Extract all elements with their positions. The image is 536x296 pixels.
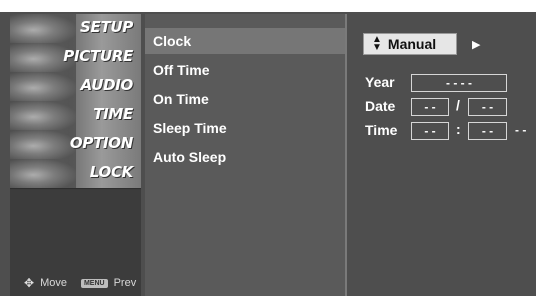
year-field[interactable]: - - - - — [411, 74, 507, 92]
year-label: Year — [365, 74, 395, 90]
submenu-item-sleep-time[interactable]: Sleep Time — [145, 115, 345, 141]
option-thumbnail — [10, 130, 76, 159]
menu-item-label: SETUP — [80, 18, 133, 36]
menu-item-label: TIME — [93, 105, 133, 123]
menu-item-label: OPTION — [69, 134, 133, 152]
main-menu: SETUP PICTURE AUDIO TIME OPTION LOCK ✥ M… — [10, 14, 141, 296]
submenu-item-on-time[interactable]: On Time — [145, 86, 345, 112]
time-separator: : — [456, 121, 461, 137]
audio-thumbnail — [10, 72, 76, 101]
ampm-field[interactable]: - - — [515, 123, 526, 137]
menu-item-time[interactable]: TIME — [10, 101, 141, 131]
clock-settings-panel: ▲ ▼ Manual ▶ Year - - - - Date - - / - - … — [347, 14, 536, 296]
menu-item-picture[interactable]: PICTURE — [10, 43, 141, 73]
move-hint: Move — [40, 277, 67, 289]
time-thumbnail — [10, 101, 76, 130]
updown-arrow-icon: ▲ ▼ — [372, 34, 382, 53]
dpad-move-icon: ✥ — [24, 276, 35, 290]
menu-key-icon: MENU — [80, 278, 108, 288]
menu-item-label: PICTURE — [63, 47, 133, 65]
nav-hint: ✥ Move MENU Prev — [24, 276, 136, 290]
minute-field[interactable]: - - — [468, 122, 507, 140]
right-arrow-icon[interactable]: ▶ — [472, 38, 480, 51]
lock-thumbnail — [10, 159, 76, 188]
submenu-item-off-time[interactable]: Off Time — [145, 57, 345, 83]
menu-item-label: AUDIO — [80, 76, 134, 94]
menu-item-label: LOCK — [89, 163, 134, 181]
tv-osd-screen: SETUP PICTURE AUDIO TIME OPTION LOCK ✥ M… — [0, 12, 536, 296]
menu-item-audio[interactable]: AUDIO — [10, 72, 141, 102]
setup-thumbnail — [10, 14, 76, 43]
prev-hint: Prev — [113, 277, 137, 289]
time-submenu: Clock Off Time On Time Sleep Time Auto S… — [145, 14, 345, 296]
month-field[interactable]: - - — [411, 98, 449, 116]
clock-mode-selector[interactable]: ▲ ▼ Manual — [363, 33, 457, 55]
menu-item-lock[interactable]: LOCK — [10, 159, 141, 189]
submenu-header — [145, 14, 345, 28]
submenu-item-clock[interactable]: Clock — [145, 28, 345, 54]
clock-mode-value: Manual — [387, 36, 437, 52]
day-field[interactable]: - - — [468, 98, 507, 116]
submenu-item-auto-sleep[interactable]: Auto Sleep — [145, 144, 345, 170]
date-label: Date — [365, 98, 396, 114]
menu-item-setup[interactable]: SETUP — [10, 14, 141, 44]
date-separator: / — [456, 97, 460, 113]
menu-item-option[interactable]: OPTION — [10, 130, 141, 160]
hour-field[interactable]: - - — [411, 122, 449, 140]
time-label: Time — [365, 122, 398, 138]
